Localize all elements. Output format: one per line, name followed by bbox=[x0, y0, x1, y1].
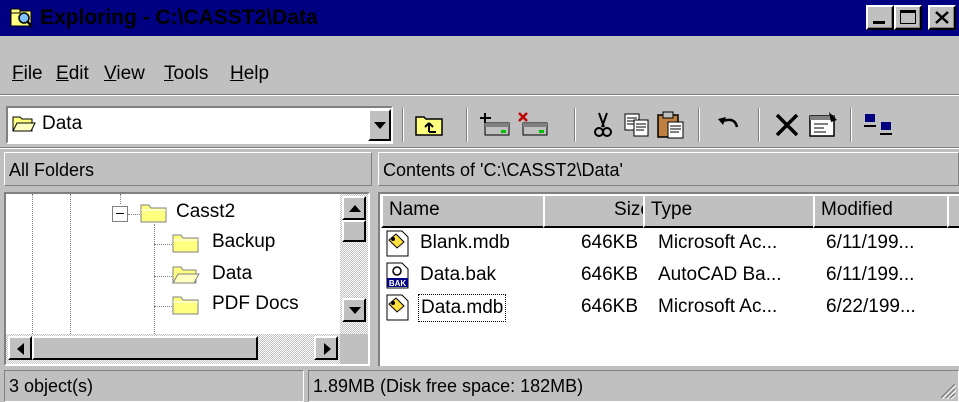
file-type-cell: Microsoft Ac... bbox=[658, 296, 778, 317]
access-db-icon bbox=[386, 230, 409, 257]
up-one-level-button[interactable] bbox=[412, 108, 446, 142]
file-modified-cell: 6/11/199... bbox=[826, 232, 915, 253]
copy-icon bbox=[624, 113, 649, 137]
scroll-left-button[interactable] bbox=[8, 336, 32, 360]
file-modified-cell: 6/11/199... bbox=[826, 264, 915, 285]
up-folder-icon bbox=[415, 116, 443, 136]
folder-icon bbox=[172, 296, 199, 315]
maximize-button[interactable] bbox=[894, 5, 922, 30]
map-network-drive-button[interactable] bbox=[478, 108, 512, 142]
menu-file[interactable]: File bbox=[12, 62, 43, 86]
scroll-corner bbox=[340, 334, 368, 364]
large-icons-icon bbox=[864, 114, 892, 135]
all-folders-header: All Folders bbox=[4, 152, 372, 186]
status-disk-space: 1.89MB (Disk free space: 182MB) bbox=[308, 370, 959, 402]
window-title: Exploring - C:\CASST2\Data bbox=[40, 6, 318, 29]
column-extra[interactable] bbox=[947, 194, 959, 228]
contents-header: Contents of 'C:\CASST2\Data' bbox=[378, 152, 959, 186]
scroll-right-button[interactable] bbox=[314, 336, 338, 360]
file-name-cell-focused[interactable]: Data.mdb bbox=[418, 294, 507, 322]
scroll-up-button[interactable] bbox=[342, 196, 366, 220]
address-value: Data bbox=[42, 113, 83, 134]
column-type[interactable]: Type bbox=[643, 194, 829, 228]
scissors-icon bbox=[594, 112, 612, 137]
scroll-down-button[interactable] bbox=[342, 298, 366, 322]
minimize-button[interactable] bbox=[866, 5, 894, 30]
large-icons-button[interactable] bbox=[862, 108, 896, 142]
menu-help[interactable]: Help bbox=[230, 62, 269, 86]
undo-icon bbox=[718, 117, 739, 128]
close-button[interactable] bbox=[928, 5, 956, 30]
tree-item-casst2[interactable]: Casst2 bbox=[176, 200, 235, 224]
file-type-cell: AutoCAD Ba... bbox=[658, 264, 782, 285]
file-name-cell[interactable]: Data.bak bbox=[420, 262, 496, 288]
delete-button[interactable] bbox=[770, 108, 804, 142]
file-type-cell: Microsoft Ac... bbox=[658, 232, 778, 253]
column-size[interactable]: Size bbox=[543, 194, 659, 228]
collapse-toggle[interactable] bbox=[112, 206, 128, 222]
svg-text:BAK: BAK bbox=[389, 279, 407, 288]
scroll-thumb[interactable] bbox=[342, 220, 366, 242]
tree-item-backup[interactable]: Backup bbox=[212, 230, 275, 254]
close-icon bbox=[935, 11, 949, 24]
copy-button[interactable] bbox=[620, 108, 654, 142]
bak-file-icon: BAK bbox=[386, 262, 409, 289]
file-name-cell[interactable]: Blank.mdb bbox=[420, 230, 510, 256]
properties-icon bbox=[809, 112, 837, 137]
folder-icon bbox=[140, 204, 167, 223]
file-size-cell: 646KB bbox=[580, 264, 638, 285]
open-folder-icon bbox=[172, 266, 200, 284]
paste-icon bbox=[657, 111, 684, 139]
delete-icon bbox=[775, 113, 799, 137]
menu-view[interactable]: View bbox=[104, 62, 145, 86]
open-folder-icon bbox=[12, 116, 36, 132]
tree-item-pdf-docs[interactable]: PDF Docs bbox=[212, 292, 299, 316]
menu-edit[interactable]: Edit bbox=[56, 62, 89, 86]
column-name[interactable]: Name bbox=[381, 194, 559, 228]
status-object-count: 3 object(s) bbox=[4, 370, 304, 402]
disconnect-drive-button[interactable] bbox=[516, 108, 550, 142]
properties-button[interactable] bbox=[806, 108, 840, 142]
menu-tools[interactable]: Tools bbox=[164, 62, 208, 86]
tree-item-data[interactable]: Data bbox=[212, 262, 252, 286]
scroll-thumb-horizontal[interactable] bbox=[32, 336, 258, 360]
paste-button[interactable] bbox=[654, 108, 688, 142]
file-size-cell: 646KB bbox=[580, 296, 638, 317]
column-modified[interactable]: Modified bbox=[813, 194, 959, 228]
explorer-icon bbox=[10, 8, 33, 28]
file-size-cell: 646KB bbox=[580, 232, 638, 253]
file-modified-cell: 6/22/199... bbox=[826, 296, 916, 317]
folder-tree[interactable]: Casst2 Backup Data PDF Docs bbox=[4, 192, 370, 366]
undo-button[interactable] bbox=[712, 108, 746, 142]
folder-icon bbox=[172, 234, 199, 253]
disconnect-drive-icon bbox=[518, 112, 548, 136]
cut-button[interactable] bbox=[586, 108, 620, 142]
map-drive-icon bbox=[480, 113, 510, 136]
address-dropdown-button[interactable] bbox=[368, 109, 391, 141]
access-db-icon bbox=[386, 294, 409, 321]
resize-grip-icon[interactable] bbox=[935, 380, 957, 400]
